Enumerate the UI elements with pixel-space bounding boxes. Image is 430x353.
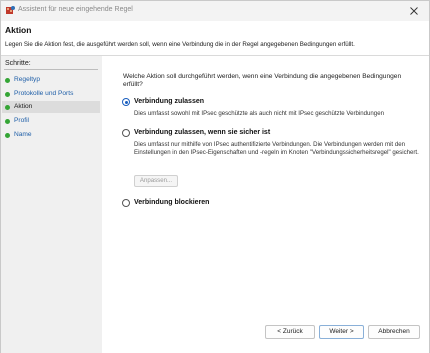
steps-divider [4, 69, 98, 70]
sidebar-item-name[interactable]: Name [2, 129, 100, 141]
title-bar: Assistent für neue eingehende Regel [1, 1, 429, 21]
sidebar-item-profil[interactable]: Profil [2, 115, 100, 127]
green-dot-icon [5, 132, 10, 138]
allow-connection-label[interactable]: Verbindung zulassen [134, 98, 204, 105]
sidebar-item-protokolle-und-ports[interactable]: Protokolle und Ports [2, 88, 100, 100]
cancel-button[interactable]: Abbrechen [368, 325, 420, 339]
page-header: Aktion Legen Sie die Aktion fest, die au… [1, 21, 429, 55]
window-title: Assistent für neue eingehende Regel [18, 6, 133, 13]
block-connection-label[interactable]: Verbindung blockieren [134, 199, 209, 206]
sidebar-item-label: Regeltyp [14, 76, 41, 83]
sidebar-item-label: Profil [14, 117, 30, 124]
green-dot-icon [5, 91, 10, 97]
allow-secure-connection-description: Dies umfasst nur mithilfe von IPsec auth… [134, 141, 419, 156]
sidebar-item-aktion[interactable]: Aktion [2, 101, 100, 113]
page-description: Legen Sie die Aktion fest, die ausgeführ… [5, 41, 355, 48]
allow-connection-description: Dies umfasst sowohl mit IPsec geschützte… [134, 110, 384, 117]
steps-heading: Schritte: [5, 60, 31, 67]
close-button[interactable] [401, 2, 427, 20]
next-button[interactable]: Weiter > [319, 325, 364, 339]
sidebar-item-regeltyp[interactable]: Regeltyp [2, 74, 100, 86]
wizard-window: Assistent für neue eingehende Regel Akti… [0, 0, 430, 353]
close-icon [410, 7, 418, 15]
green-dot-icon [5, 104, 10, 110]
action-question: Welche Aktion soll durchgeführt werden, … [123, 73, 402, 89]
sidebar-item-label: Name [14, 131, 32, 138]
block-connection-radio[interactable] [122, 199, 130, 207]
allow-connection-radio[interactable] [122, 98, 130, 106]
back-button[interactable]: < Zurück [265, 325, 315, 339]
allow-secure-connection-radio[interactable] [122, 129, 130, 137]
customize-button[interactable]: Anpassen... [134, 175, 178, 187]
main-panel: Welche Aktion soll durchgeführt werden, … [102, 56, 429, 353]
firewall-rule-icon [6, 6, 15, 15]
allow-secure-connection-label[interactable]: Verbindung zulassen, wenn sie sicher ist [134, 129, 270, 136]
green-dot-icon [5, 118, 10, 124]
green-dot-icon [5, 77, 10, 83]
sidebar-item-label: Protokolle und Ports [14, 90, 74, 97]
sidebar-item-label: Aktion [14, 103, 33, 110]
steps-sidebar: Schritte: Regeltyp Protokolle und Ports … [1, 56, 102, 353]
page-title: Aktion [5, 25, 32, 35]
